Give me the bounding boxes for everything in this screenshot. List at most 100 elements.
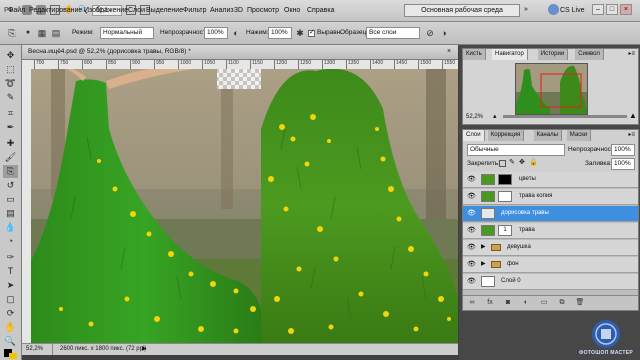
status-zoom[interactable]: 52,2% <box>26 344 43 355</box>
menu-item[interactable]: Файл <box>8 0 25 21</box>
brush-size-icon[interactable]: ● <box>22 27 34 39</box>
move-tool-icon[interactable]: ✥ <box>3 49 18 62</box>
history-brush-tool-icon[interactable]: ↺ <box>3 179 18 192</box>
menu-item[interactable]: Выделение <box>146 0 183 21</box>
lock-pixels-icon[interactable]: ✎ <box>509 158 515 168</box>
type-tool-icon[interactable]: T <box>3 265 18 278</box>
visibility-eye-icon[interactable]: 👁 <box>467 260 476 269</box>
sample-select[interactable]: Все слои <box>366 27 420 39</box>
hand-tool-icon[interactable]: ✋ <box>3 321 18 334</box>
panel-tab[interactable]: Навигатор <box>492 49 528 60</box>
brush-panel-icon[interactable]: ▦ <box>36 27 48 39</box>
group-expand-icon[interactable]: ▶ <box>481 260 486 269</box>
eraser-tool-icon[interactable]: ▭ <box>3 193 18 206</box>
visibility-eye-icon[interactable]: 👁 <box>467 226 476 235</box>
path-select-tool-icon[interactable]: ➤ <box>3 279 18 292</box>
quick-select-tool-icon[interactable]: ✎ <box>3 91 18 104</box>
layer-row[interactable]: 👁 1 трава <box>463 223 638 239</box>
clone-stamp-tool-icon[interactable]: ⎘ <box>3 165 18 178</box>
layer-row[interactable]: 👁 цветы <box>463 172 638 188</box>
zoom-tool-icon[interactable]: 🔍 <box>3 335 18 348</box>
menu-item[interactable]: Изображение <box>84 0 128 21</box>
visibility-eye-icon[interactable]: 👁 <box>467 175 476 184</box>
lock-all-icon[interactable]: 🔒 <box>529 158 538 168</box>
menu-item[interactable]: Слои <box>128 0 145 21</box>
navigator-thumbnail[interactable] <box>515 63 588 115</box>
panel-menu-icon[interactable]: ▸≡ <box>628 50 635 58</box>
shape-tool-icon[interactable]: ▢ <box>3 293 18 306</box>
visibility-eye-icon[interactable]: 👁 <box>467 209 476 218</box>
panel-tab[interactable]: Кисть <box>463 49 486 60</box>
panel-tab[interactable]: Истории <box>537 49 569 60</box>
gradient-tool-icon[interactable]: ▤ <box>3 207 18 220</box>
layer-mask-thumbnail[interactable] <box>498 174 512 185</box>
workspace-switcher[interactable]: Основная рабочая среда <box>404 4 520 17</box>
panel-tab[interactable]: Каналы <box>533 130 562 141</box>
menu-item[interactable]: Окно <box>284 0 300 21</box>
fill-input[interactable]: 100% <box>611 158 635 170</box>
new-group-icon[interactable]: ▭ <box>539 298 549 308</box>
delete-layer-icon[interactable]: 🗑 <box>575 298 585 308</box>
maximize-button[interactable]: □ <box>606 4 618 15</box>
status-menu-arrow-icon[interactable]: ▶ <box>142 346 147 353</box>
opacity-input[interactable]: 100% <box>204 27 228 39</box>
menu-item[interactable]: Редактирование <box>29 0 82 21</box>
panel-tab[interactable]: Маски <box>566 130 592 141</box>
eyedropper-tool-icon[interactable]: ✒ <box>3 121 18 134</box>
adjustment-layer-icon[interactable]: ◐ <box>521 298 531 308</box>
airbrush-icon[interactable]: ✱ <box>294 27 306 39</box>
document-tab[interactable]: Весна.ищё4.psd @ 52,2% (дорисовка травы,… <box>22 45 458 60</box>
menu-item[interactable]: Просмотр <box>247 0 279 21</box>
layer-row[interactable]: 👁 ▶ девушка <box>463 240 638 256</box>
layer-mask-thumbnail[interactable] <box>498 191 512 202</box>
minimize-button[interactable]: – <box>592 4 604 15</box>
lock-position-icon[interactable]: ✥ <box>519 158 525 168</box>
mode-select[interactable]: Нормальный <box>100 27 154 39</box>
navigator-zoom[interactable]: 52,2% <box>466 112 483 122</box>
layer-row[interactable]: 👁 ▶ фон <box>463 257 638 273</box>
layer-row[interactable]: 👁 дорисовка травы <box>463 206 638 222</box>
cs-live-button[interactable]: CS Live <box>560 4 585 17</box>
group-expand-icon[interactable]: ▶ <box>481 243 486 252</box>
blend-mode-select[interactable]: Обычные <box>467 144 565 156</box>
crop-tool-icon[interactable]: ⌗ <box>3 107 18 120</box>
visibility-eye-icon[interactable]: 👁 <box>467 277 476 286</box>
clone-stamp-icon[interactable]: ⎘ <box>6 27 18 39</box>
layer-style-icon[interactable]: fx <box>485 298 495 308</box>
close-button[interactable]: × <box>620 4 632 15</box>
document-close-button[interactable]: × <box>444 47 454 57</box>
document-canvas[interactable] <box>31 69 458 343</box>
panel-tab[interactable]: Коррекция <box>487 130 525 141</box>
chevron-right-icon[interactable]: » <box>524 5 533 15</box>
layer-row[interactable]: 👁 трава копия <box>463 189 638 205</box>
layer-opacity-input[interactable]: 100% <box>611 144 635 156</box>
healing-tool-icon[interactable]: ✚ <box>3 137 18 150</box>
panel-tab[interactable]: Символ <box>575 49 604 60</box>
layer-row[interactable]: 👁 Слой 0 <box>463 274 638 290</box>
ignore-adjustment-icon[interactable]: ⊘ <box>424 27 436 39</box>
add-mask-icon[interactable]: ◙ <box>503 298 513 308</box>
menu-item[interactable]: Фильтр <box>183 0 207 21</box>
zoom-out-icon[interactable]: ▴ <box>493 112 497 122</box>
zoom-in-icon[interactable]: ▲ <box>629 111 637 121</box>
lock-transparency-icon[interactable] <box>499 160 506 167</box>
visibility-eye-icon[interactable]: 👁 <box>467 243 476 252</box>
marquee-tool-icon[interactable]: ⬚ <box>3 63 18 76</box>
navigator-zoom-slider[interactable] <box>503 115 627 118</box>
blur-tool-icon[interactable]: 💧 <box>3 221 18 234</box>
link-layers-icon[interactable]: ∞ <box>467 298 477 308</box>
clone-source-icon[interactable]: ▤ <box>50 27 62 39</box>
visibility-eye-icon[interactable]: 👁 <box>467 192 476 201</box>
menu-item[interactable]: 3D <box>234 0 243 21</box>
menu-item[interactable]: Справка <box>307 0 334 21</box>
menu-item[interactable]: Анализ <box>210 0 234 21</box>
background-color-swatch[interactable] <box>9 353 17 359</box>
new-layer-icon[interactable]: ⧉ <box>557 298 567 308</box>
layer-mask-thumbnail[interactable]: 1 <box>498 225 512 236</box>
brush-tool-icon[interactable]: 🖌 <box>3 151 18 164</box>
pressure-opacity-icon[interactable]: ◐ <box>230 27 242 39</box>
lasso-tool-icon[interactable]: ➰ <box>3 77 18 90</box>
layers-panel-menu-icon[interactable]: ▸≡ <box>628 131 635 139</box>
panel-tab[interactable]: Слои <box>463 130 485 141</box>
3d-rotate-tool-icon[interactable]: ⟳ <box>3 307 18 320</box>
